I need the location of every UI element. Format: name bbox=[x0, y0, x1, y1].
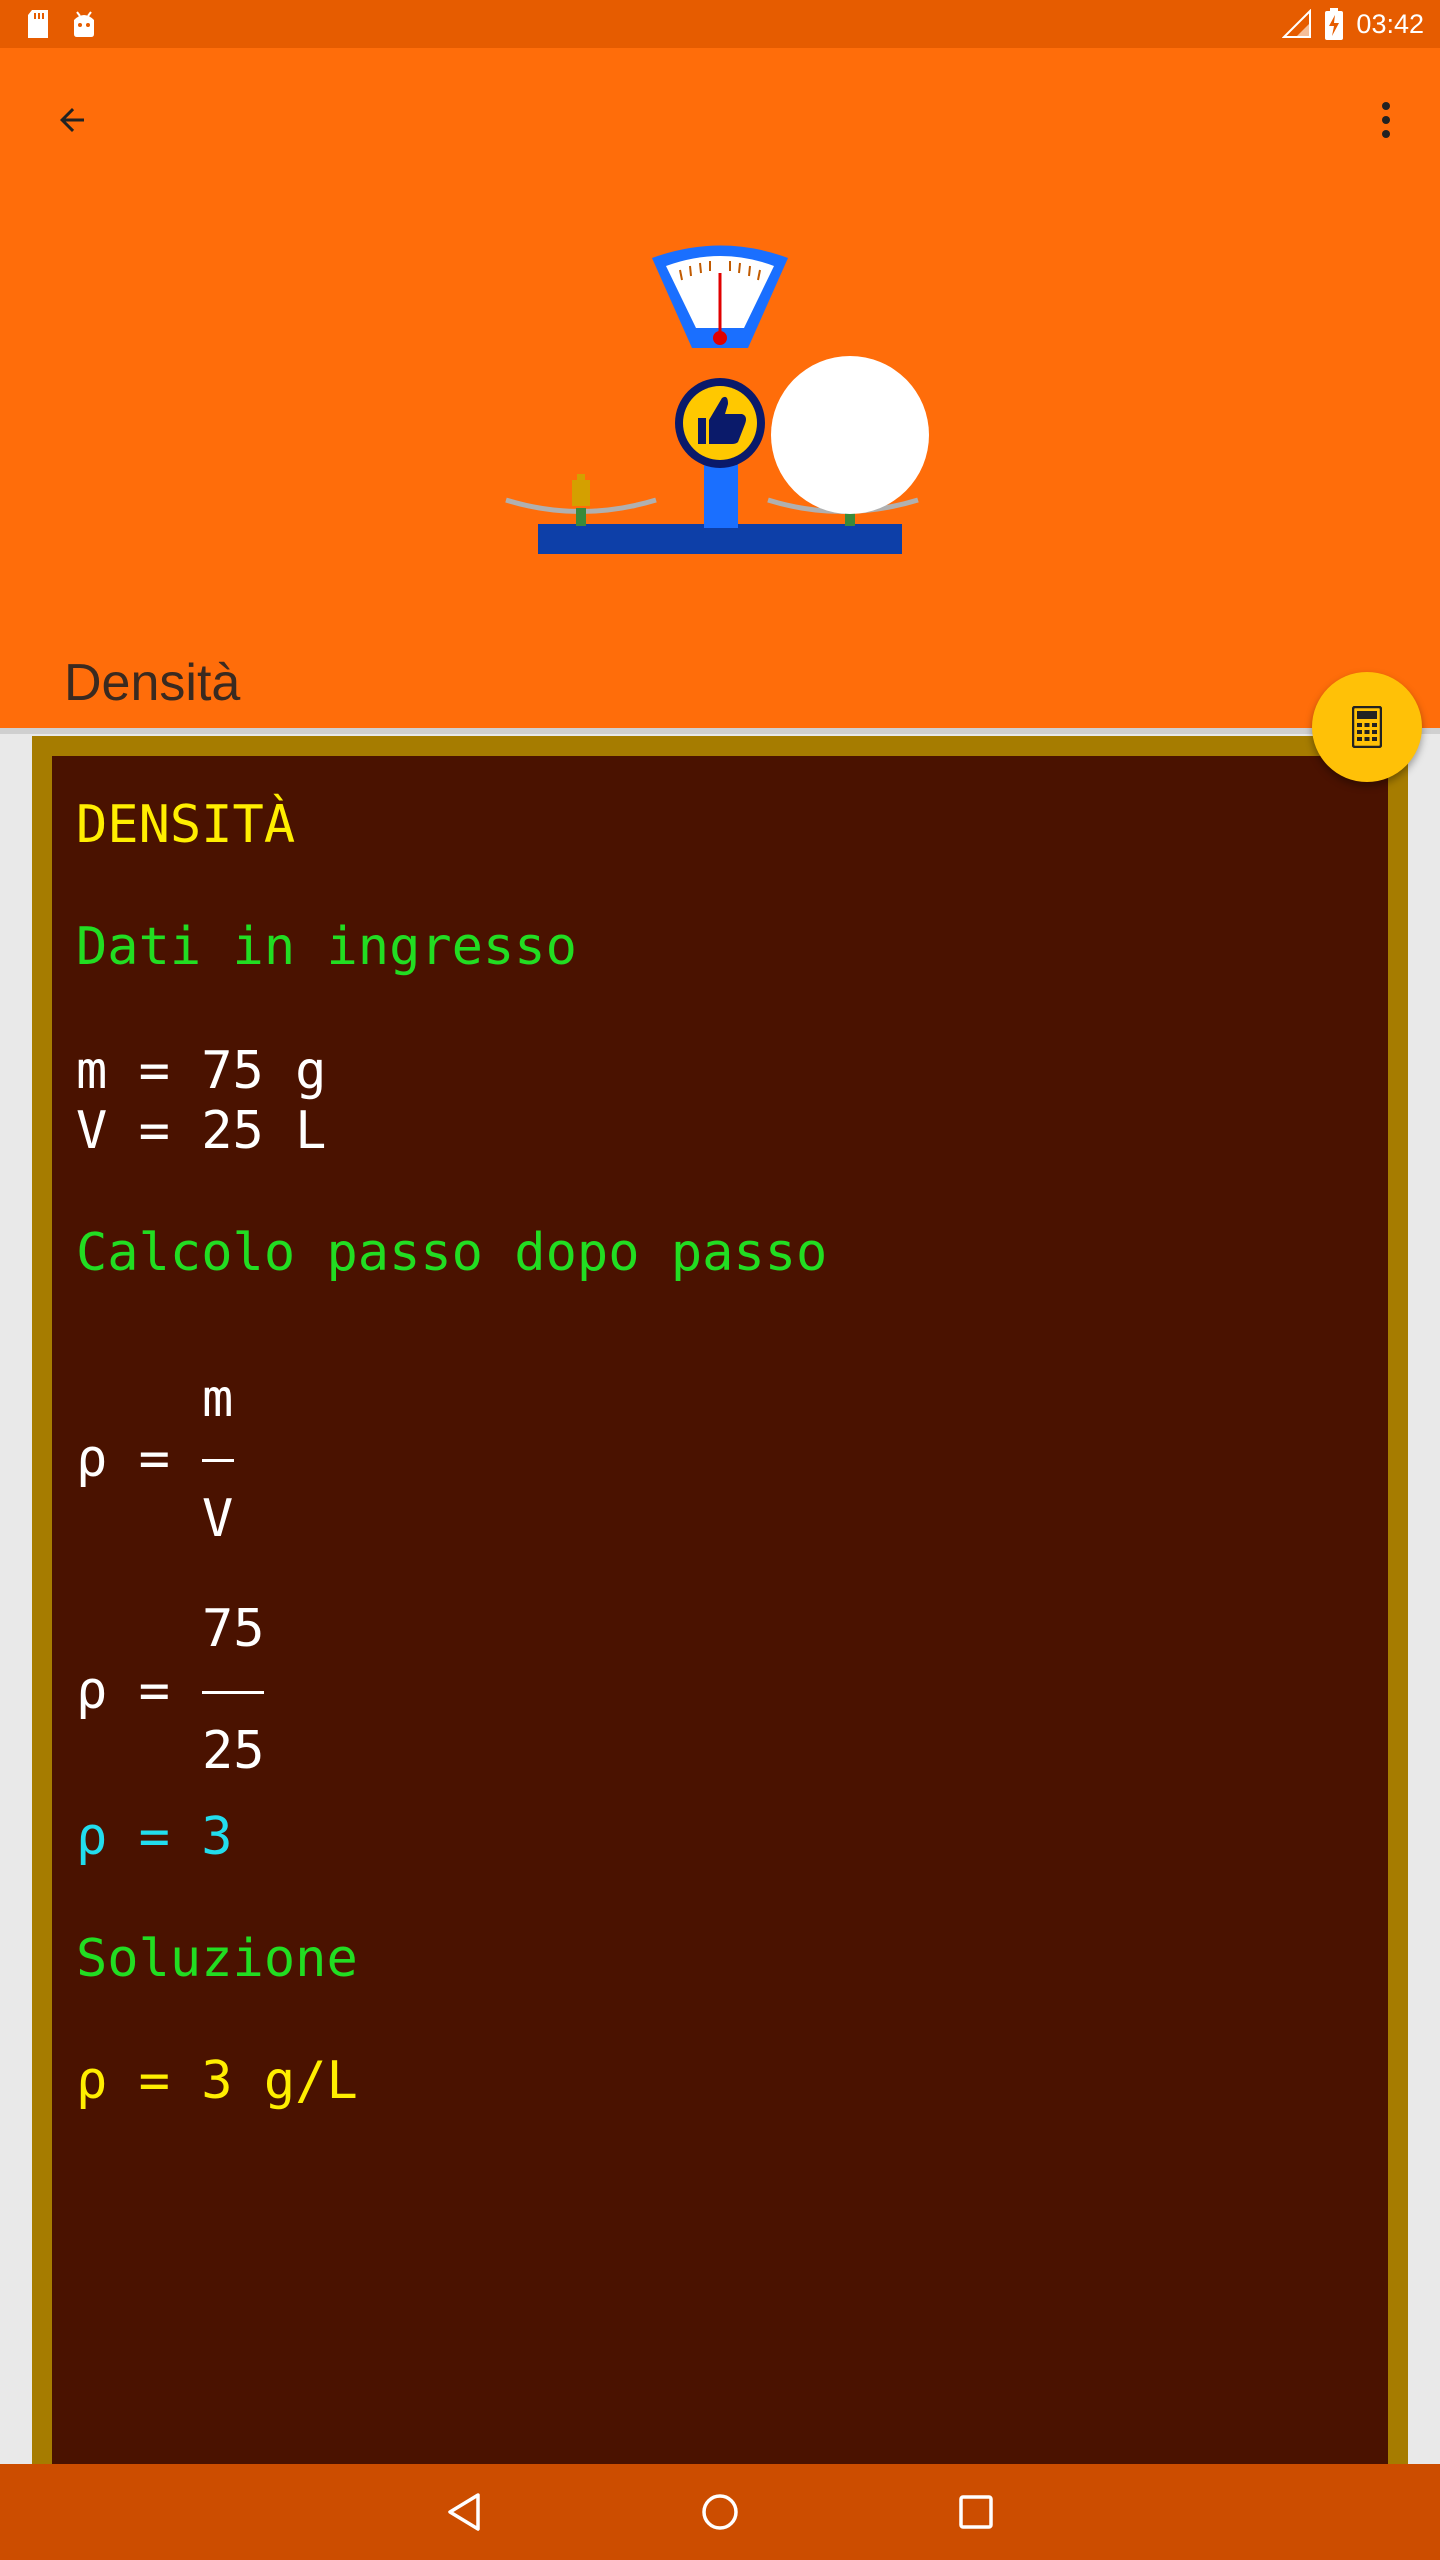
nav-recents-button[interactable] bbox=[946, 2482, 1006, 2542]
more-vert-icon bbox=[1382, 102, 1390, 138]
substitution-denominator: 25 bbox=[202, 1721, 265, 1781]
calculator-fab[interactable] bbox=[1312, 672, 1422, 782]
overflow-menu-button[interactable] bbox=[1356, 90, 1416, 150]
substitution-numerator: 75 bbox=[202, 1599, 265, 1659]
status-time: 03:42 bbox=[1356, 8, 1424, 39]
page-title: Densità bbox=[64, 654, 241, 712]
battery-charging-icon bbox=[1325, 8, 1344, 40]
formula-numerator: m bbox=[202, 1369, 234, 1429]
input-mass: m = 75 g bbox=[76, 1041, 327, 1101]
header-divider bbox=[0, 728, 1440, 734]
status-bar: 03:42 bbox=[0, 0, 1440, 48]
formula-denominator: V bbox=[202, 1489, 234, 1549]
android-debug-icon bbox=[74, 11, 94, 37]
calculator-icon bbox=[1352, 706, 1382, 748]
solution-value: ρ = 3 g/L bbox=[76, 2051, 358, 2111]
arrow-back-icon bbox=[60, 108, 84, 132]
steps-section-title: Calcolo passo dopo passo bbox=[76, 1223, 828, 1283]
substitution-lhs: ρ = bbox=[76, 1661, 170, 1721]
signal-icon bbox=[1282, 9, 1312, 38]
scale-balance-illustration bbox=[505, 245, 929, 554]
input-section-title: Dati in ingresso bbox=[76, 917, 577, 977]
solution-section-title: Soluzione bbox=[76, 1929, 358, 1989]
result-board: DENSITÀ Dati in ingresso m = 75 g V = 25… bbox=[52, 756, 1388, 2466]
result-heading: DENSITÀ bbox=[76, 795, 296, 855]
result-board-frame: DENSITÀ Dati in ingresso m = 75 g V = 25… bbox=[32, 736, 1408, 2466]
nav-recents-icon bbox=[959, 2495, 993, 2529]
back-button[interactable] bbox=[42, 90, 102, 150]
substitution-fraction-bar bbox=[202, 1691, 264, 1694]
app-bar: Densità bbox=[0, 48, 1440, 728]
formula-lhs: ρ = bbox=[76, 1429, 170, 1489]
step-result: ρ = 3 bbox=[76, 1807, 233, 1867]
nav-home-button[interactable] bbox=[690, 2482, 750, 2542]
sd-card-icon bbox=[28, 10, 48, 38]
nav-back-icon bbox=[448, 2493, 480, 2531]
formula-fraction-bar bbox=[202, 1459, 234, 1462]
nav-home-icon bbox=[702, 2494, 738, 2530]
nav-back-button[interactable] bbox=[434, 2482, 494, 2542]
navigation-bar bbox=[0, 2464, 1440, 2560]
input-volume: V = 25 L bbox=[76, 1101, 327, 1161]
